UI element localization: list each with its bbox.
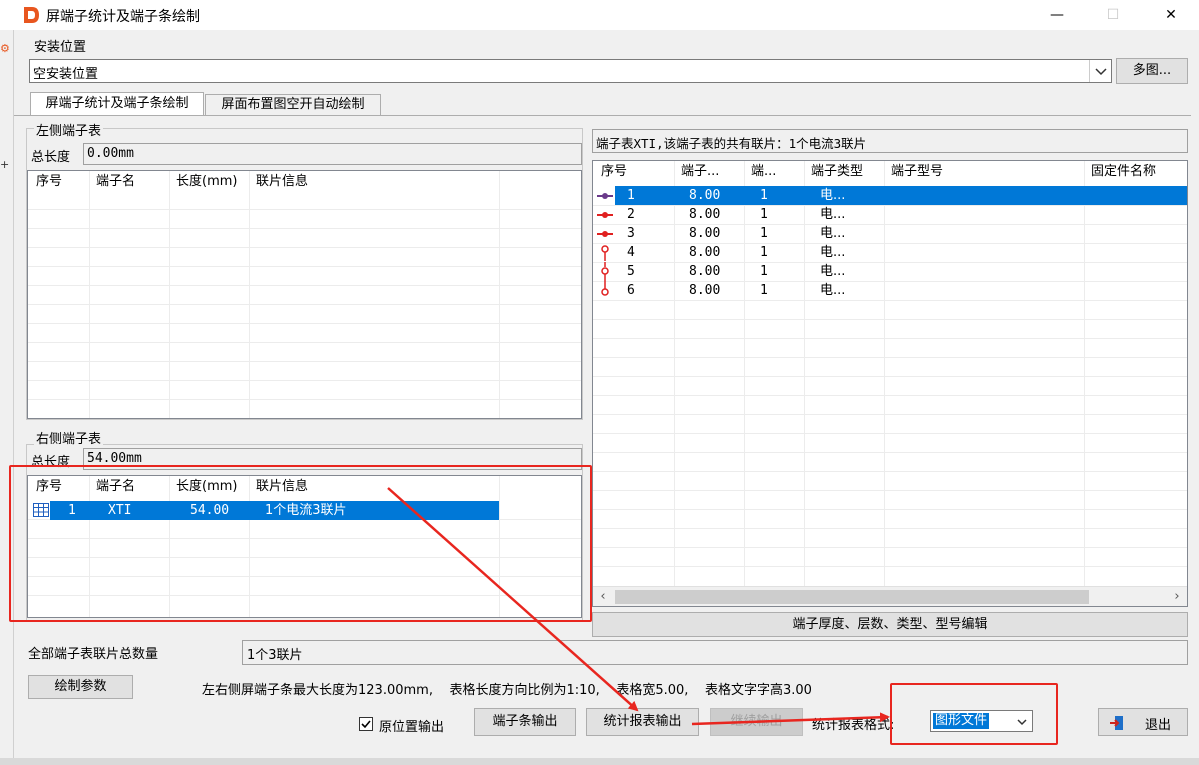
continue-output-button: 继续输出 — [710, 708, 803, 736]
annotation-highlight-box — [890, 683, 1058, 745]
detail-thickness: 8.00 — [689, 283, 721, 298]
install-location-dropdown[interactable] — [1089, 60, 1111, 82]
left-total-length-field: 0.00mm — [83, 143, 582, 165]
detail-layers: 1 — [760, 207, 768, 222]
tab-divider — [14, 115, 1191, 116]
left-terminal-table[interactable]: 序号 端子名 长度(mm) 联片信息 — [27, 170, 582, 419]
terminal-link-icon — [597, 212, 613, 218]
total-links-field: 1个3联片 — [242, 640, 1188, 665]
detail-index: 4 — [627, 245, 635, 260]
detail-thickness: 8.00 — [689, 264, 721, 279]
background-window-edge: ⚙ + — [0, 30, 14, 765]
detail-type: 电... — [820, 207, 846, 222]
detail-layers: 1 — [760, 226, 768, 241]
report-format-label: 统计报表格式: — [812, 718, 895, 733]
detail-type: 电... — [820, 283, 846, 298]
install-location-label: 安装位置 — [32, 36, 89, 55]
detail-layers: 1 — [760, 245, 768, 260]
tab-panel-layout[interactable]: 屏面布置图空开自动绘制 — [205, 94, 381, 116]
close-button[interactable]: ✕ — [1148, 0, 1194, 30]
chevron-right-icon[interactable]: › — [1167, 587, 1187, 606]
detail-layers: 1 — [760, 264, 768, 279]
minimize-button[interactable]: — — [1034, 0, 1080, 30]
detail-type: 电... — [820, 264, 846, 279]
bg-icon: ⚙ — [0, 42, 10, 55]
exit-button[interactable]: 退出 — [1098, 708, 1188, 736]
terminal-summary-field: 端子表XTI,该端子表的共有联片：1个电流3联片 — [592, 129, 1188, 153]
original-position-checkbox[interactable] — [359, 717, 373, 731]
left-total-length-label: 总长度 — [31, 150, 71, 165]
detail-layers: 1 — [760, 188, 768, 203]
detail-index: 6 — [627, 283, 635, 298]
original-position-label[interactable]: 原位置输出 — [379, 716, 444, 735]
bg-plus-icon: + — [0, 158, 10, 171]
detail-thickness: 8.00 — [689, 226, 721, 241]
exit-door-icon — [1110, 716, 1123, 730]
terminal-link-icon — [601, 281, 609, 296]
left-col-index[interactable]: 序号 — [30, 171, 90, 193]
edit-terminal-props-button[interactable]: 端子厚度、层数、类型、型号编辑 — [592, 612, 1188, 637]
chevron-left-icon[interactable]: ‹ — [593, 587, 613, 606]
window-title: 屏端子统计及端子条绘制 — [46, 9, 200, 25]
detail-layers: 1 — [760, 283, 768, 298]
annotation-highlight-box — [9, 465, 592, 622]
terminal-detail-table[interactable]: 序号 端子... 端... 端子类型 端子型号 固定件名称 1 8.00 1 电… — [592, 160, 1188, 607]
total-links-label: 全部端子表联片总数量 — [28, 647, 159, 662]
detail-type: 电... — [820, 245, 846, 260]
scrollbar-thumb[interactable] — [615, 590, 1089, 604]
window-bottom-edge — [0, 758, 1199, 765]
left-col-link[interactable]: 联片信息 — [250, 171, 500, 193]
install-location-combobox[interactable]: 空安装位置 — [29, 59, 1112, 83]
detail-thickness: 8.00 — [689, 245, 721, 260]
detail-index: 5 — [627, 264, 635, 279]
detail-thickness: 8.00 — [689, 207, 721, 222]
tab-terminal-stats[interactable]: 屏端子统计及端子条绘制 — [30, 92, 204, 116]
left-table-label: 左侧端子表 — [34, 120, 104, 139]
maximize-button[interactable]: ☐ — [1090, 0, 1136, 30]
right-table-label: 右侧端子表 — [34, 428, 104, 447]
draw-params-button[interactable]: 绘制参数 — [28, 675, 133, 699]
detail-thickness: 8.00 — [689, 188, 721, 203]
detail-index: 1 — [627, 188, 635, 203]
detail-index: 3 — [627, 226, 635, 241]
terminal-link-icon — [597, 193, 613, 199]
install-location-value: 空安装位置 — [33, 67, 99, 82]
detail-index: 2 — [627, 207, 635, 222]
detail-type: 电... — [820, 226, 846, 241]
detail-col-type[interactable]: 端子类型 — [805, 161, 885, 183]
terminal-output-button[interactable]: 端子条输出 — [474, 708, 576, 736]
detail-col-fixture[interactable]: 固定件名称 — [1085, 161, 1187, 183]
left-col-name[interactable]: 端子名 — [90, 171, 170, 193]
terminal-link-icon — [601, 262, 609, 281]
terminal-link-icon — [597, 231, 613, 237]
app-logo-icon — [24, 7, 39, 23]
table-row[interactable]: 1 8.00 1 电... — [615, 186, 1187, 205]
terminal-link-icon — [601, 245, 609, 261]
stat-report-output-button[interactable]: 统计报表输出 — [586, 708, 699, 736]
horizontal-scrollbar[interactable]: ‹ › — [593, 586, 1187, 606]
left-col-length[interactable]: 长度(mm) — [170, 171, 250, 193]
detail-col-layers[interactable]: 端... — [745, 161, 805, 183]
title-bar: 屏端子统计及端子条绘制 — ☐ ✕ — [0, 0, 1199, 30]
drawing-info-text: 左右侧屏端子条最大长度为123.00mm, 表格长度方向比例为1:10, 表格宽… — [202, 683, 812, 698]
check-icon — [361, 720, 371, 729]
detail-col-model[interactable]: 端子型号 — [885, 161, 1085, 183]
multi-drawing-button[interactable]: 多图... — [1116, 58, 1188, 84]
detail-type: 电... — [820, 188, 846, 203]
chevron-down-icon — [1095, 68, 1107, 76]
detail-col-index[interactable]: 序号 — [595, 161, 675, 183]
detail-col-thickness[interactable]: 端子... — [675, 161, 745, 183]
exit-label: 退出 — [1145, 718, 1172, 733]
